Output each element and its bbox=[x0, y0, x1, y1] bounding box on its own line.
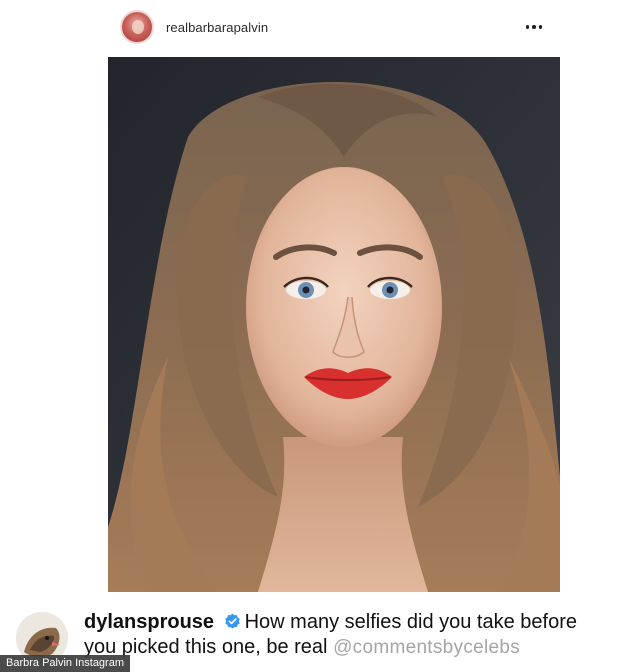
screenshot-frame: realbarbarapalvin dylansprouse How many … bbox=[0, 0, 620, 672]
post-photo[interactable] bbox=[108, 57, 560, 592]
comment: dylansprouse How many selfies did you ta… bbox=[84, 610, 614, 660]
post-header: realbarbarapalvin bbox=[108, 6, 560, 48]
poster-avatar[interactable] bbox=[120, 10, 154, 44]
poster-username[interactable]: realbarbarapalvin bbox=[166, 20, 268, 35]
photo-credit: Barbra Palvin Instagram bbox=[0, 655, 130, 672]
portrait-illustration bbox=[108, 57, 560, 592]
commenter-username[interactable]: dylansprouse bbox=[84, 611, 214, 633]
watermark-text: @commentsbycelebs bbox=[333, 637, 521, 658]
more-options-icon[interactable] bbox=[524, 19, 545, 35]
verified-badge-icon bbox=[224, 613, 240, 629]
